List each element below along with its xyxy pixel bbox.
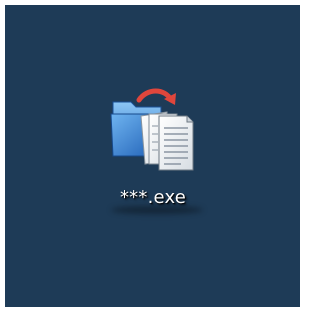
desktop-background[interactable]: ***.exe xyxy=(5,5,300,307)
icon-label[interactable]: ***.exe xyxy=(87,187,219,209)
desktop-icon-exe[interactable]: ***.exe xyxy=(87,83,219,233)
screenshot-frame: ***.exe xyxy=(0,0,305,309)
folder-with-documents-icon xyxy=(110,88,194,171)
